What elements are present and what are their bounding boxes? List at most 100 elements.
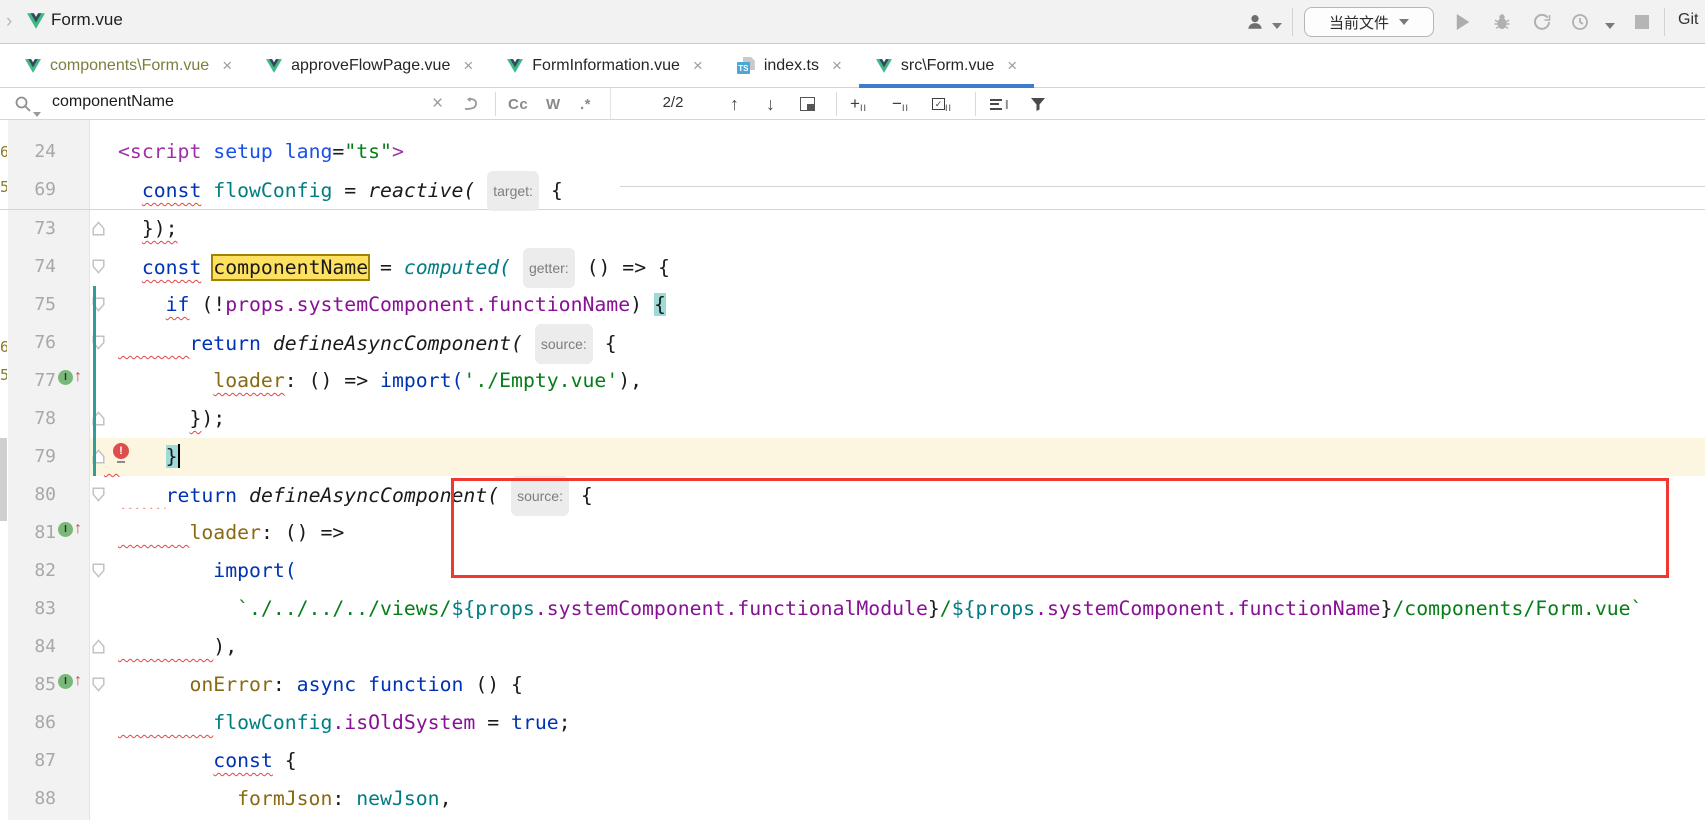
remove-occurrence-button[interactable]: −II: [892, 92, 909, 116]
typescript-file-icon: TS: [737, 57, 755, 74]
annotation-red-box: [451, 478, 1669, 578]
git-widget[interactable]: Git: [1678, 11, 1698, 29]
code-text: <script setup lang="ts">: [118, 133, 404, 171]
fold-marker-icon[interactable]: [92, 639, 105, 654]
tab-bar: components\Form.vue×approveFlowPage.vue×…: [0, 44, 1705, 88]
code-line-24[interactable]: 24<script setup lang="ts">: [0, 133, 1705, 171]
vcs-change-bar: [93, 286, 96, 476]
search-divider: [495, 92, 496, 116]
code-line-77[interactable]: 77I↑ loader: () => import('./Empty.vue')…: [0, 362, 1705, 400]
code-line-83[interactable]: 83 `./../../../views/${props.systemCompo…: [0, 590, 1705, 628]
editor[interactable]: 24<script setup lang="ts">69 const flowC…: [0, 120, 1705, 820]
code-line-69[interactable]: 69 const flowConfig = reactive( target: …: [0, 171, 1705, 209]
match-count: 2/2: [618, 94, 728, 111]
sticky-lines-panel: 24<script setup lang="ts">69 const flowC…: [0, 120, 1705, 210]
sticky-rows: 24<script setup lang="ts">69 const flowC…: [0, 133, 1705, 209]
code-line-78[interactable]: 78 });: [0, 400, 1705, 438]
tab-src-form-vue[interactable]: src\Form.vue ×: [859, 44, 1034, 87]
regex-toggle[interactable]: .*: [580, 92, 591, 116]
code-text: flowConfig.isOldSystem = true;: [118, 704, 571, 742]
search-divider: [975, 92, 976, 116]
line-number: 87: [10, 742, 56, 780]
window-title: Form.vue: [51, 10, 123, 30]
search-divider: [836, 92, 837, 116]
tab-index-ts[interactable]: TSindex.ts×: [720, 44, 859, 87]
tab-label: src\Form.vue: [901, 57, 994, 75]
tab-approveflowpage-vue[interactable]: approveFlowPage.vue×: [249, 44, 490, 87]
select-all-occurrences-button[interactable]: ✓II: [932, 92, 952, 116]
code-text: import(: [118, 552, 297, 590]
open-in-find-window-button[interactable]: [800, 92, 815, 116]
debug-bug-icon[interactable]: [1490, 10, 1514, 34]
code-text: if (!props.systemComponent.functionName)…: [118, 286, 666, 324]
code-line-84[interactable]: 84 ),: [0, 628, 1705, 666]
vue-file-icon: [876, 59, 892, 73]
code-text: ),: [118, 628, 237, 666]
stop-icon[interactable]: [1630, 10, 1654, 34]
coverage-icon[interactable]: [1530, 10, 1554, 34]
clear-icon[interactable]: ×: [432, 92, 443, 116]
filter-icon[interactable]: [1030, 92, 1046, 116]
text-caret: [178, 444, 180, 468]
profiler-caret-icon[interactable]: [1598, 14, 1622, 38]
tab-forminformation-vue[interactable]: FormInformation.vue×: [490, 44, 720, 87]
left-edge-clipped-digit: 5: [0, 178, 7, 196]
search-icon[interactable]: [14, 92, 32, 116]
next-occurrence-button[interactable]: ↓: [766, 92, 775, 116]
row-background: [90, 210, 1705, 248]
code-line-88[interactable]: 88 formJson: newJson,: [0, 780, 1705, 818]
code-text: });: [118, 400, 225, 438]
ide-window: › Form.vue 当前文件: [0, 0, 1705, 820]
line-number: 79: [10, 438, 56, 476]
add-occurrence-button[interactable]: +II: [850, 92, 867, 116]
code-line-85[interactable]: 85I↑ onError: async function () {: [0, 666, 1705, 704]
left-edge-scroll-fragment: [0, 438, 7, 521]
close-icon[interactable]: ×: [222, 56, 232, 76]
fold-marker-icon[interactable]: [92, 677, 105, 692]
implemented-marker-icon[interactable]: I↑: [58, 673, 82, 689]
code-line-76[interactable]: 76 return defineAsyncComponent( source: …: [0, 324, 1705, 362]
user-dropdown-caret-icon[interactable]: [1265, 14, 1289, 38]
row-background: [90, 628, 1705, 666]
line-number: 69: [10, 171, 56, 209]
close-icon[interactable]: ×: [1007, 56, 1017, 76]
code-line-87[interactable]: 87 const {: [0, 742, 1705, 780]
vue-file-icon: [266, 59, 282, 73]
row-background: [90, 400, 1705, 438]
code-line-86[interactable]: 86 flowConfig.isOldSystem = true;: [0, 704, 1705, 742]
search-field-edge: [610, 88, 611, 119]
play-icon[interactable]: [1450, 10, 1474, 34]
fold-marker-icon[interactable]: [92, 487, 105, 502]
code-line-73[interactable]: 73 });: [0, 210, 1705, 248]
line-number: 78: [10, 400, 56, 438]
multiline-toggle[interactable]: I: [990, 92, 1009, 116]
tab-components-form-vue[interactable]: components\Form.vue×: [8, 44, 249, 87]
toolbar-divider: [1292, 8, 1293, 36]
close-icon[interactable]: ×: [463, 56, 473, 76]
line-number: 76: [10, 324, 56, 362]
code-line-79[interactable]: 79! }: [0, 438, 1705, 476]
fold-marker-icon[interactable]: [92, 563, 105, 578]
profiler-clock-icon[interactable]: [1568, 10, 1592, 34]
close-icon[interactable]: ×: [693, 56, 703, 76]
code-line-74[interactable]: 74 const componentName = computed( gette…: [0, 248, 1705, 286]
line-number: 77: [10, 362, 56, 400]
code-text: `./../../../views/${props.systemComponen…: [118, 590, 1642, 628]
run-config-dropdown[interactable]: 当前文件: [1304, 7, 1434, 37]
fold-marker-icon[interactable]: [92, 221, 105, 236]
fold-marker-icon[interactable]: [92, 259, 105, 274]
implemented-marker-icon[interactable]: I↑: [58, 521, 82, 537]
left-edge-clipped-digit: 6: [0, 143, 7, 161]
left-edge-clipped-digit: 5: [0, 366, 7, 384]
prev-occurrence-button[interactable]: ↑: [730, 92, 739, 116]
implemented-marker-icon[interactable]: I↑: [58, 369, 82, 385]
search-input[interactable]: componentName: [52, 93, 174, 111]
history-icon[interactable]: [462, 92, 479, 116]
breadcrumb-chevron-icon: ›: [6, 11, 12, 33]
code-line-75[interactable]: 75 if (!props.systemComponent.functionNa…: [0, 286, 1705, 324]
code-text: const flowConfig = reactive( target: {: [118, 171, 563, 209]
match-case-toggle[interactable]: Cc: [508, 92, 528, 116]
user-icon[interactable]: [1243, 10, 1267, 34]
words-toggle[interactable]: W: [546, 92, 561, 116]
close-icon[interactable]: ×: [832, 56, 842, 76]
